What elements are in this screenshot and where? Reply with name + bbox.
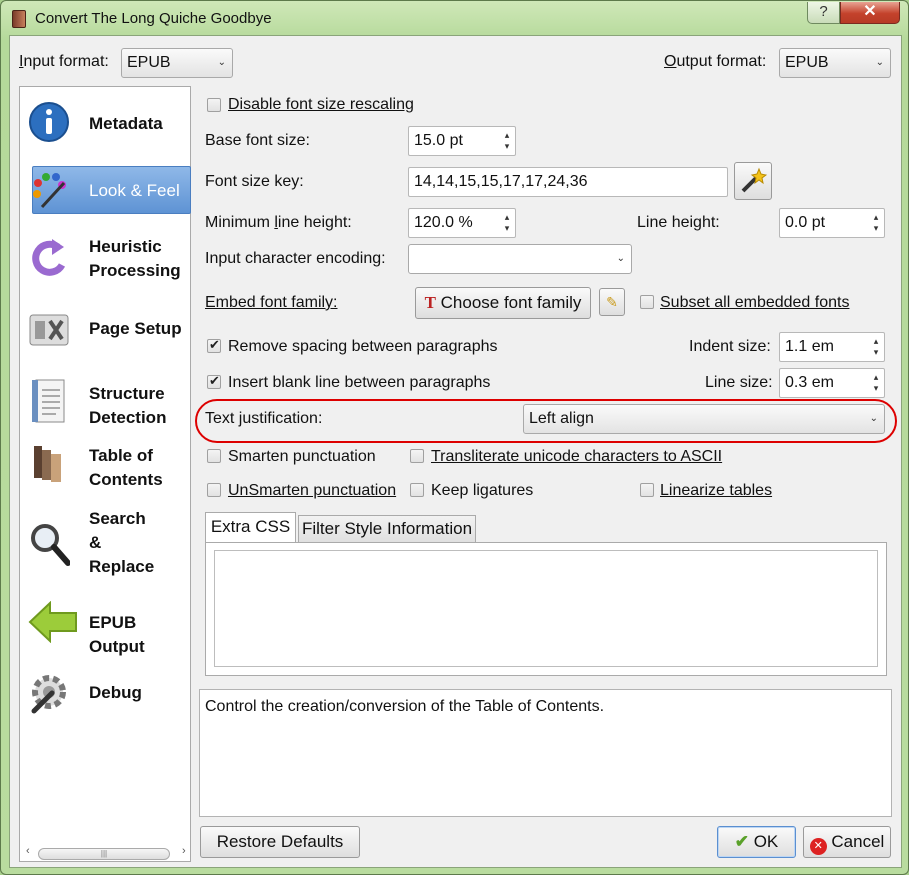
cancel-button[interactable]: ✕ Cancel	[803, 826, 891, 858]
dialog-window: Convert The Long Quiche Goodbye ? ✕ Inpu…	[0, 0, 909, 875]
text-justification-label: Text justification:	[205, 410, 323, 427]
chevron-down-icon: ⌄	[616, 253, 625, 264]
chevron-down-icon: ⌄	[875, 57, 884, 68]
sidebar-item-heuristic-processing[interactable]: Heuristic Processing	[20, 227, 190, 287]
input-format-label: Input format:	[19, 53, 109, 70]
font-size-key-label: Font size key:	[205, 173, 304, 190]
output-format-label: Output format:	[664, 53, 767, 70]
insert-blank-checkbox[interactable]	[207, 373, 221, 389]
title-bar[interactable]: Convert The Long Quiche Goodbye ? ✕	[1, 1, 908, 35]
sidebar-item-table-of-contents[interactable]: Table of Contents	[20, 432, 190, 492]
keep-ligatures-label: Keep ligatures	[431, 482, 534, 499]
sidebar-item-metadata[interactable]: Metadata	[20, 95, 190, 149]
line-size-input[interactable]: 0.3 em ▴ ▾	[779, 368, 885, 398]
input-format-select[interactable]: EPUB ⌄	[121, 48, 233, 78]
min-line-height-label: Minimum line height:	[205, 214, 352, 231]
line-height-input[interactable]: 0.0 pt ▴ ▾	[779, 208, 885, 238]
input-encoding-select[interactable]: ⌄	[408, 244, 632, 274]
help-button[interactable]: ?	[807, 2, 840, 24]
disable-rescaling-label: Disable font size rescaling	[228, 96, 414, 113]
tab-extra-css[interactable]: Extra CSS	[205, 512, 296, 542]
smarten-label: Smarten punctuation	[228, 448, 376, 465]
spinner-icon[interactable]: ▴ ▾	[871, 336, 881, 358]
remove-spacing-checkbox[interactable]	[207, 337, 221, 353]
indent-size-label: Indent size:	[689, 338, 771, 355]
magic-wand-icon	[741, 167, 768, 193]
keep-ligatures-checkbox[interactable]	[410, 483, 424, 497]
tools-icon	[29, 314, 69, 346]
sidebar: Metadata Look & Feel Heuristic Processin…	[19, 86, 191, 862]
cancel-icon: ✕	[809, 838, 827, 855]
ok-button[interactable]: ✔ OK	[717, 826, 796, 858]
spinner-icon[interactable]: ▴ ▾	[871, 372, 881, 394]
base-font-size-input[interactable]: 15.0 pt ▴ ▾	[408, 126, 516, 156]
help-text-box: Control the creation/conversion of the T…	[199, 689, 892, 817]
books-icon	[34, 446, 61, 482]
insert-blank-label: Insert blank line between paragraphs	[228, 374, 491, 391]
document-icon	[32, 379, 65, 423]
sidebar-item-page-setup[interactable]: Page Setup	[20, 305, 190, 355]
font-size-key-input[interactable]: 14,14,15,15,17,17,24,36	[408, 167, 728, 197]
gear-icon	[31, 675, 66, 714]
tab-filter-style[interactable]: Filter Style Information	[298, 515, 476, 542]
scroll-thumb[interactable]: |||	[38, 848, 170, 860]
font-key-wizard-button[interactable]	[734, 162, 772, 200]
restore-defaults-button[interactable]: Restore Defaults	[200, 826, 360, 858]
sidebar-item-search-replace[interactable]: Search & Replace	[20, 505, 190, 585]
book-icon	[12, 10, 26, 28]
clear-font-button[interactable]: ✎	[599, 288, 625, 316]
spinner-icon[interactable]: ▴ ▾	[871, 212, 881, 234]
check-icon: ✔	[734, 832, 749, 851]
css-tab-pane	[205, 542, 887, 676]
spinner-icon[interactable]: ▴ ▾	[502, 212, 512, 234]
transliterate-label: Transliterate unicode characters to ASCI…	[431, 448, 723, 465]
broom-icon: ✎	[606, 294, 618, 310]
sidebar-item-structure-detection[interactable]: Structure Detection	[20, 370, 190, 430]
refresh-arrow-icon	[32, 239, 66, 276]
magnifier-icon	[31, 524, 70, 566]
unsmarten-checkbox[interactable]	[207, 483, 221, 497]
info-icon	[29, 102, 69, 142]
css-tab-widget: Extra CSS Filter Style Information	[205, 512, 887, 678]
linearize-label: Linearize tables	[660, 482, 773, 499]
arrow-left-icon	[28, 601, 77, 643]
transliterate-checkbox[interactable]	[410, 449, 424, 463]
embed-font-label: Embed font family:	[205, 294, 338, 311]
input-encoding-label: Input character encoding:	[205, 250, 386, 267]
linearize-checkbox[interactable]	[640, 483, 654, 497]
smarten-checkbox[interactable]	[207, 449, 221, 463]
choose-font-button[interactable]: T Choose font family	[415, 287, 591, 319]
indent-size-input[interactable]: 1.1 em ▴ ▾	[779, 332, 885, 362]
dialog-body: Input format: EPUB ⌄ Output format: EPUB ⌄…	[9, 35, 902, 868]
unsmarten-label: UnSmarten punctuation	[228, 482, 397, 499]
window-title: Convert The Long Quiche Goodbye	[35, 10, 272, 27]
line-size-label: Line size:	[705, 374, 773, 391]
scroll-right-icon[interactable]: ›	[182, 845, 186, 857]
base-font-size-label: Base font size:	[205, 132, 310, 149]
sidebar-horizontal-scrollbar[interactable]: ‹ ||| ›	[26, 845, 192, 861]
sidebar-item-epub-output[interactable]: EPUB Output	[20, 595, 190, 656]
subset-fonts-checkbox[interactable]	[640, 295, 654, 309]
text-justification-select[interactable]: Left align ⌄	[523, 404, 885, 434]
close-button[interactable]: ✕	[840, 2, 900, 24]
extra-css-editor[interactable]	[214, 550, 878, 667]
min-line-height-input[interactable]: 120.0 % ▴ ▾	[408, 208, 516, 238]
palette-icon	[33, 173, 66, 209]
scroll-left-icon[interactable]: ‹	[26, 845, 30, 857]
chevron-down-icon: ⌄	[217, 57, 226, 68]
sidebar-item-look-feel[interactable]: Look & Feel	[20, 166, 190, 216]
subset-fonts-label: Subset all embedded fonts	[660, 294, 850, 311]
line-height-label: Line height:	[637, 214, 720, 231]
chevron-down-icon: ⌄	[869, 413, 878, 424]
output-format-select[interactable]: EPUB ⌄	[779, 48, 891, 78]
disable-rescaling-checkbox[interactable]	[207, 98, 221, 112]
sidebar-item-debug[interactable]: Debug	[20, 665, 190, 721]
font-icon: T	[424, 293, 436, 312]
spinner-icon[interactable]: ▴ ▾	[502, 130, 512, 152]
remove-spacing-label: Remove spacing between paragraphs	[228, 338, 498, 355]
